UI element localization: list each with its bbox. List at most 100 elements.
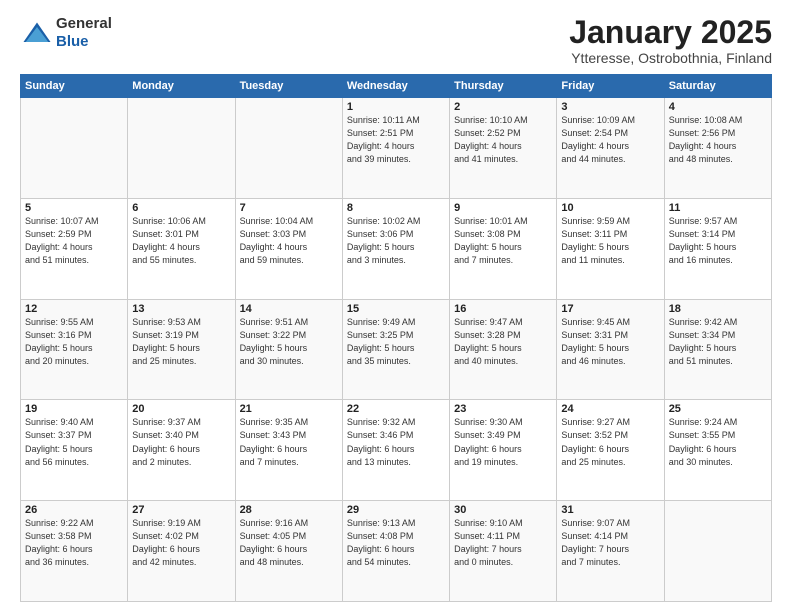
logo-icon bbox=[22, 21, 52, 45]
page: General Blue January 2025 Ytteresse, Ost… bbox=[0, 0, 792, 612]
table-cell: 6Sunrise: 10:06 AM Sunset: 3:01 PM Dayli… bbox=[128, 198, 235, 299]
table-cell: 1Sunrise: 10:11 AM Sunset: 2:51 PM Dayli… bbox=[342, 98, 449, 199]
day-detail: Sunrise: 9:24 AM Sunset: 3:55 PM Dayligh… bbox=[669, 416, 767, 468]
table-cell: 23Sunrise: 9:30 AM Sunset: 3:49 PM Dayli… bbox=[450, 400, 557, 501]
day-detail: Sunrise: 9:49 AM Sunset: 3:25 PM Dayligh… bbox=[347, 316, 445, 368]
day-detail: Sunrise: 10:06 AM Sunset: 3:01 PM Daylig… bbox=[132, 215, 230, 267]
day-number: 7 bbox=[240, 202, 338, 214]
day-detail: Sunrise: 9:16 AM Sunset: 4:05 PM Dayligh… bbox=[240, 517, 338, 569]
table-cell: 8Sunrise: 10:02 AM Sunset: 3:06 PM Dayli… bbox=[342, 198, 449, 299]
table-cell: 3Sunrise: 10:09 AM Sunset: 2:54 PM Dayli… bbox=[557, 98, 664, 199]
table-cell: 4Sunrise: 10:08 AM Sunset: 2:56 PM Dayli… bbox=[664, 98, 771, 199]
day-detail: Sunrise: 9:30 AM Sunset: 3:49 PM Dayligh… bbox=[454, 416, 552, 468]
table-cell: 16Sunrise: 9:47 AM Sunset: 3:28 PM Dayli… bbox=[450, 299, 557, 400]
col-wednesday: Wednesday bbox=[342, 75, 449, 98]
table-cell: 26Sunrise: 9:22 AM Sunset: 3:58 PM Dayli… bbox=[21, 501, 128, 602]
col-friday: Friday bbox=[557, 75, 664, 98]
day-detail: Sunrise: 9:45 AM Sunset: 3:31 PM Dayligh… bbox=[561, 316, 659, 368]
day-detail: Sunrise: 10:10 AM Sunset: 2:52 PM Daylig… bbox=[454, 114, 552, 166]
day-detail: Sunrise: 9:40 AM Sunset: 3:37 PM Dayligh… bbox=[25, 416, 123, 468]
table-cell: 13Sunrise: 9:53 AM Sunset: 3:19 PM Dayli… bbox=[128, 299, 235, 400]
day-detail: Sunrise: 10:04 AM Sunset: 3:03 PM Daylig… bbox=[240, 215, 338, 267]
table-cell bbox=[128, 98, 235, 199]
table-cell: 31Sunrise: 9:07 AM Sunset: 4:14 PM Dayli… bbox=[557, 501, 664, 602]
table-cell: 30Sunrise: 9:10 AM Sunset: 4:11 PM Dayli… bbox=[450, 501, 557, 602]
table-cell: 20Sunrise: 9:37 AM Sunset: 3:40 PM Dayli… bbox=[128, 400, 235, 501]
table-cell: 28Sunrise: 9:16 AM Sunset: 4:05 PM Dayli… bbox=[235, 501, 342, 602]
day-detail: Sunrise: 9:42 AM Sunset: 3:34 PM Dayligh… bbox=[669, 316, 767, 368]
day-detail: Sunrise: 10:07 AM Sunset: 2:59 PM Daylig… bbox=[25, 215, 123, 267]
col-sunday: Sunday bbox=[21, 75, 128, 98]
day-number: 22 bbox=[347, 403, 445, 415]
day-number: 10 bbox=[561, 202, 659, 214]
calendar-week-row: 26Sunrise: 9:22 AM Sunset: 3:58 PM Dayli… bbox=[21, 501, 772, 602]
day-number: 3 bbox=[561, 101, 659, 113]
calendar-title: January 2025 bbox=[569, 15, 772, 50]
day-detail: Sunrise: 9:59 AM Sunset: 3:11 PM Dayligh… bbox=[561, 215, 659, 267]
day-number: 21 bbox=[240, 403, 338, 415]
day-detail: Sunrise: 10:02 AM Sunset: 3:06 PM Daylig… bbox=[347, 215, 445, 267]
day-detail: Sunrise: 9:35 AM Sunset: 3:43 PM Dayligh… bbox=[240, 416, 338, 468]
day-number: 20 bbox=[132, 403, 230, 415]
calendar-subtitle: Ytteresse, Ostrobothnia, Finland bbox=[569, 50, 772, 66]
day-number: 1 bbox=[347, 101, 445, 113]
table-cell: 9Sunrise: 10:01 AM Sunset: 3:08 PM Dayli… bbox=[450, 198, 557, 299]
table-cell: 15Sunrise: 9:49 AM Sunset: 3:25 PM Dayli… bbox=[342, 299, 449, 400]
day-number: 6 bbox=[132, 202, 230, 214]
table-cell: 2Sunrise: 10:10 AM Sunset: 2:52 PM Dayli… bbox=[450, 98, 557, 199]
day-detail: Sunrise: 10:08 AM Sunset: 2:56 PM Daylig… bbox=[669, 114, 767, 166]
day-detail: Sunrise: 10:09 AM Sunset: 2:54 PM Daylig… bbox=[561, 114, 659, 166]
day-detail: Sunrise: 10:11 AM Sunset: 2:51 PM Daylig… bbox=[347, 114, 445, 166]
day-detail: Sunrise: 9:47 AM Sunset: 3:28 PM Dayligh… bbox=[454, 316, 552, 368]
day-number: 23 bbox=[454, 403, 552, 415]
day-detail: Sunrise: 9:07 AM Sunset: 4:14 PM Dayligh… bbox=[561, 517, 659, 569]
day-number: 13 bbox=[132, 303, 230, 315]
logo-blue: Blue bbox=[56, 33, 89, 50]
day-detail: Sunrise: 9:53 AM Sunset: 3:19 PM Dayligh… bbox=[132, 316, 230, 368]
day-number: 15 bbox=[347, 303, 445, 315]
col-saturday: Saturday bbox=[664, 75, 771, 98]
calendar-week-row: 1Sunrise: 10:11 AM Sunset: 2:51 PM Dayli… bbox=[21, 98, 772, 199]
day-detail: Sunrise: 9:19 AM Sunset: 4:02 PM Dayligh… bbox=[132, 517, 230, 569]
col-monday: Monday bbox=[128, 75, 235, 98]
table-cell bbox=[664, 501, 771, 602]
calendar-week-row: 5Sunrise: 10:07 AM Sunset: 2:59 PM Dayli… bbox=[21, 198, 772, 299]
day-detail: Sunrise: 9:57 AM Sunset: 3:14 PM Dayligh… bbox=[669, 215, 767, 267]
logo: General Blue bbox=[20, 15, 112, 51]
day-number: 4 bbox=[669, 101, 767, 113]
day-detail: Sunrise: 10:01 AM Sunset: 3:08 PM Daylig… bbox=[454, 215, 552, 267]
table-cell bbox=[235, 98, 342, 199]
day-number: 29 bbox=[347, 504, 445, 516]
header: General Blue January 2025 Ytteresse, Ost… bbox=[20, 15, 772, 66]
table-cell: 11Sunrise: 9:57 AM Sunset: 3:14 PM Dayli… bbox=[664, 198, 771, 299]
day-number: 27 bbox=[132, 504, 230, 516]
logo-general: General bbox=[56, 15, 112, 32]
day-number: 12 bbox=[25, 303, 123, 315]
day-number: 9 bbox=[454, 202, 552, 214]
day-number: 16 bbox=[454, 303, 552, 315]
day-number: 25 bbox=[669, 403, 767, 415]
day-number: 11 bbox=[669, 202, 767, 214]
day-number: 8 bbox=[347, 202, 445, 214]
table-cell bbox=[21, 98, 128, 199]
calendar-header-row: Sunday Monday Tuesday Wednesday Thursday… bbox=[21, 75, 772, 98]
table-cell: 7Sunrise: 10:04 AM Sunset: 3:03 PM Dayli… bbox=[235, 198, 342, 299]
day-number: 18 bbox=[669, 303, 767, 315]
table-cell: 14Sunrise: 9:51 AM Sunset: 3:22 PM Dayli… bbox=[235, 299, 342, 400]
day-number: 2 bbox=[454, 101, 552, 113]
day-detail: Sunrise: 9:10 AM Sunset: 4:11 PM Dayligh… bbox=[454, 517, 552, 569]
table-cell: 29Sunrise: 9:13 AM Sunset: 4:08 PM Dayli… bbox=[342, 501, 449, 602]
table-cell: 18Sunrise: 9:42 AM Sunset: 3:34 PM Dayli… bbox=[664, 299, 771, 400]
day-number: 24 bbox=[561, 403, 659, 415]
day-number: 31 bbox=[561, 504, 659, 516]
day-number: 28 bbox=[240, 504, 338, 516]
calendar-table: Sunday Monday Tuesday Wednesday Thursday… bbox=[20, 74, 772, 602]
day-number: 14 bbox=[240, 303, 338, 315]
day-number: 17 bbox=[561, 303, 659, 315]
day-number: 30 bbox=[454, 504, 552, 516]
table-cell: 21Sunrise: 9:35 AM Sunset: 3:43 PM Dayli… bbox=[235, 400, 342, 501]
day-detail: Sunrise: 9:37 AM Sunset: 3:40 PM Dayligh… bbox=[132, 416, 230, 468]
table-cell: 10Sunrise: 9:59 AM Sunset: 3:11 PM Dayli… bbox=[557, 198, 664, 299]
table-cell: 25Sunrise: 9:24 AM Sunset: 3:55 PM Dayli… bbox=[664, 400, 771, 501]
table-cell: 22Sunrise: 9:32 AM Sunset: 3:46 PM Dayli… bbox=[342, 400, 449, 501]
